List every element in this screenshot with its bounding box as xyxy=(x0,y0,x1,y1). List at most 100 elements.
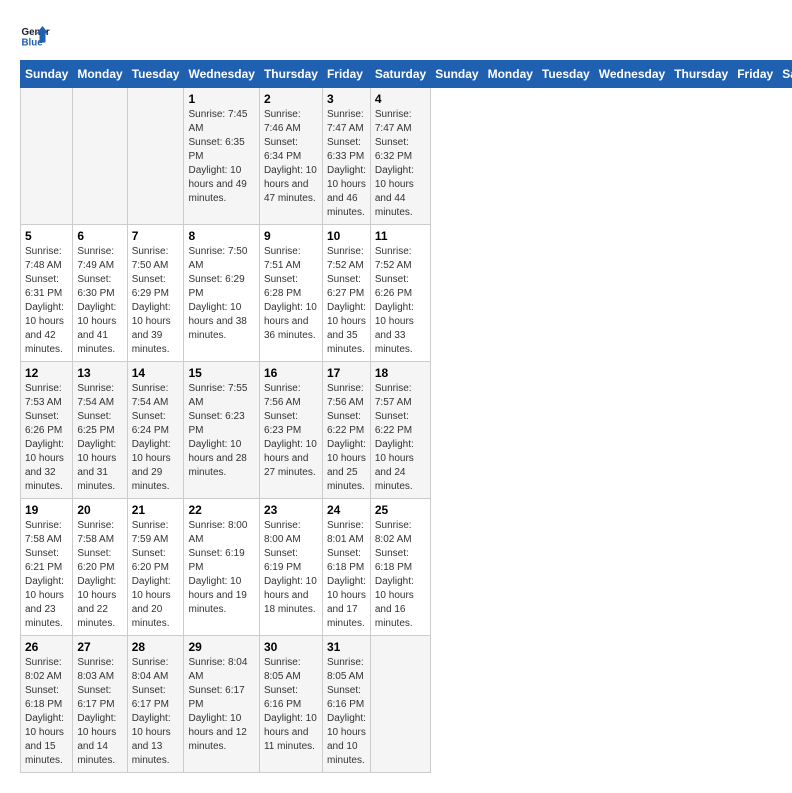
cell-content: Sunrise: 7:49 AM Sunset: 6:30 PM Dayligh… xyxy=(77,245,122,357)
calendar-week-4: 26 Sunrise: 8:02 AM Sunset: 6:18 PM Dayli… xyxy=(21,636,792,773)
day-number: 24 xyxy=(327,503,366,517)
calendar-cell: 21Sunrise: 7:59 AM Sunset: 6:20 PM Dayli… xyxy=(127,499,184,636)
logo: General Blue xyxy=(20,20,50,50)
day-number: 15 xyxy=(188,366,254,380)
calendar-cell: 29 Sunrise: 8:04 AM Sunset: 6:17 PM Dayli… xyxy=(184,636,259,773)
calendar-cell: 10 Sunrise: 7:52 AM Sunset: 6:27 PM Dayli… xyxy=(322,225,370,362)
calendar-week-2: 12 Sunrise: 7:53 AM Sunset: 6:26 PM Dayli… xyxy=(21,362,792,499)
calendar-cell: 5Sunrise: 7:48 AM Sunset: 6:31 PM Daylig… xyxy=(21,225,73,362)
col-header-friday: Friday xyxy=(733,61,778,88)
calendar-cell: 7Sunrise: 7:50 AM Sunset: 6:29 PM Daylig… xyxy=(127,225,184,362)
cell-content: Sunrise: 7:57 AM Sunset: 6:22 PM Dayligh… xyxy=(375,382,426,494)
day-number: 18 xyxy=(375,366,426,380)
cell-content: Sunrise: 7:58 AM Sunset: 6:21 PM Dayligh… xyxy=(25,519,68,631)
calendar-cell: 22 Sunrise: 8:00 AM Sunset: 6:19 PM Dayli… xyxy=(184,499,259,636)
cell-content: Sunrise: 7:59 AM Sunset: 6:20 PM Dayligh… xyxy=(132,519,180,631)
calendar-cell: 28Sunrise: 8:04 AM Sunset: 6:17 PM Dayli… xyxy=(127,636,184,773)
col-header-tuesday: Tuesday xyxy=(537,61,594,88)
cell-content: Sunrise: 8:04 AM Sunset: 6:17 PM Dayligh… xyxy=(188,656,254,754)
cell-content: Sunrise: 7:54 AM Sunset: 6:25 PM Dayligh… xyxy=(77,382,122,494)
day-number: 22 xyxy=(188,503,254,517)
header-wednesday: Wednesday xyxy=(184,61,259,88)
calendar-cell: 3 Sunrise: 7:47 AM Sunset: 6:33 PM Daylig… xyxy=(322,88,370,225)
day-number: 27 xyxy=(77,640,122,654)
cell-content: Sunrise: 7:52 AM Sunset: 6:26 PM Dayligh… xyxy=(375,245,426,357)
cell-content: Sunrise: 7:52 AM Sunset: 6:27 PM Dayligh… xyxy=(327,245,366,357)
calendar-cell: 26 Sunrise: 8:02 AM Sunset: 6:18 PM Dayli… xyxy=(21,636,73,773)
day-number: 16 xyxy=(264,366,318,380)
calendar-cell xyxy=(127,88,184,225)
day-number: 23 xyxy=(264,503,318,517)
cell-content: Sunrise: 7:50 AM Sunset: 6:29 PM Dayligh… xyxy=(132,245,180,357)
cell-content: Sunrise: 8:02 AM Sunset: 6:18 PM Dayligh… xyxy=(25,656,68,768)
header-tuesday: Tuesday xyxy=(127,61,184,88)
calendar-cell: 13 Sunrise: 7:54 AM Sunset: 6:25 PM Dayli… xyxy=(73,362,127,499)
cell-content: Sunrise: 7:50 AM Sunset: 6:29 PM Dayligh… xyxy=(188,245,254,343)
day-number: 8 xyxy=(188,229,254,243)
day-number: 20 xyxy=(77,503,122,517)
col-header-saturday: Saturday xyxy=(778,61,792,88)
col-header-wednesday: Wednesday xyxy=(594,61,669,88)
day-number: 19 xyxy=(25,503,68,517)
calendar-cell xyxy=(21,88,73,225)
cell-content: Sunrise: 7:51 AM Sunset: 6:28 PM Dayligh… xyxy=(264,245,318,343)
cell-content: Sunrise: 7:56 AM Sunset: 6:23 PM Dayligh… xyxy=(264,382,318,480)
day-number: 6 xyxy=(77,229,122,243)
day-number: 12 xyxy=(25,366,68,380)
day-number: 26 xyxy=(25,640,68,654)
calendar-cell: 18 Sunrise: 7:57 AM Sunset: 6:22 PM Dayli… xyxy=(370,362,430,499)
day-number: 9 xyxy=(264,229,318,243)
cell-content: Sunrise: 7:46 AM Sunset: 6:34 PM Dayligh… xyxy=(264,108,318,206)
cell-content: Sunrise: 7:56 AM Sunset: 6:22 PM Dayligh… xyxy=(327,382,366,494)
cell-content: Sunrise: 7:58 AM Sunset: 6:20 PM Dayligh… xyxy=(77,519,122,631)
calendar-cell: 9 Sunrise: 7:51 AM Sunset: 6:28 PM Daylig… xyxy=(259,225,322,362)
calendar-week-3: 19 Sunrise: 7:58 AM Sunset: 6:21 PM Dayli… xyxy=(21,499,792,636)
day-number: 30 xyxy=(264,640,318,654)
calendar-cell: 11 Sunrise: 7:52 AM Sunset: 6:26 PM Dayli… xyxy=(370,225,430,362)
calendar-cell: 8 Sunrise: 7:50 AM Sunset: 6:29 PM Daylig… xyxy=(184,225,259,362)
cell-content: Sunrise: 7:47 AM Sunset: 6:33 PM Dayligh… xyxy=(327,108,366,220)
cell-content: Sunrise: 8:05 AM Sunset: 6:16 PM Dayligh… xyxy=(327,656,366,768)
header-thursday: Thursday xyxy=(259,61,322,88)
calendar-cell: 1 Sunrise: 7:45 AM Sunset: 6:35 PM Daylig… xyxy=(184,88,259,225)
calendar-cell: 24 Sunrise: 8:01 AM Sunset: 6:18 PM Dayli… xyxy=(322,499,370,636)
calendar-cell: 16 Sunrise: 7:56 AM Sunset: 6:23 PM Dayli… xyxy=(259,362,322,499)
cell-content: Sunrise: 8:01 AM Sunset: 6:18 PM Dayligh… xyxy=(327,519,366,631)
day-number: 31 xyxy=(327,640,366,654)
cell-content: Sunrise: 8:03 AM Sunset: 6:17 PM Dayligh… xyxy=(77,656,122,768)
calendar-cell: 23Sunrise: 8:00 AM Sunset: 6:19 PM Dayli… xyxy=(259,499,322,636)
day-number: 29 xyxy=(188,640,254,654)
cell-content: Sunrise: 7:54 AM Sunset: 6:24 PM Dayligh… xyxy=(132,382,180,494)
calendar-cell: 2Sunrise: 7:46 AM Sunset: 6:34 PM Daylig… xyxy=(259,88,322,225)
cell-content: Sunrise: 8:05 AM Sunset: 6:16 PM Dayligh… xyxy=(264,656,318,754)
day-number: 25 xyxy=(375,503,426,517)
calendar-cell: 27 Sunrise: 8:03 AM Sunset: 6:17 PM Dayli… xyxy=(73,636,127,773)
cell-content: Sunrise: 7:47 AM Sunset: 6:32 PM Dayligh… xyxy=(375,108,426,220)
header-saturday: Saturday xyxy=(370,61,430,88)
day-number: 13 xyxy=(77,366,122,380)
page-header: General Blue xyxy=(20,20,772,50)
calendar-cell: 14Sunrise: 7:54 AM Sunset: 6:24 PM Dayli… xyxy=(127,362,184,499)
cell-content: Sunrise: 7:48 AM Sunset: 6:31 PM Dayligh… xyxy=(25,245,68,357)
day-number: 1 xyxy=(188,92,254,106)
header-monday: Monday xyxy=(73,61,127,88)
calendar-header-row: SundayMondayTuesdayWednesdayThursdayFrid… xyxy=(21,61,792,88)
header-sunday: Sunday xyxy=(21,61,73,88)
day-number: 3 xyxy=(327,92,366,106)
calendar-cell: 30 Sunrise: 8:05 AM Sunset: 6:16 PM Dayli… xyxy=(259,636,322,773)
day-number: 10 xyxy=(327,229,366,243)
cell-content: Sunrise: 7:55 AM Sunset: 6:23 PM Dayligh… xyxy=(188,382,254,480)
calendar-week-0: 1 Sunrise: 7:45 AM Sunset: 6:35 PM Daylig… xyxy=(21,88,792,225)
calendar-cell: 15 Sunrise: 7:55 AM Sunset: 6:23 PM Dayli… xyxy=(184,362,259,499)
calendar-cell xyxy=(73,88,127,225)
calendar-cell: 17 Sunrise: 7:56 AM Sunset: 6:22 PM Dayli… xyxy=(322,362,370,499)
day-number: 17 xyxy=(327,366,366,380)
calendar-cell: 6 Sunrise: 7:49 AM Sunset: 6:30 PM Daylig… xyxy=(73,225,127,362)
cell-content: Sunrise: 7:45 AM Sunset: 6:35 PM Dayligh… xyxy=(188,108,254,206)
cell-content: Sunrise: 8:00 AM Sunset: 6:19 PM Dayligh… xyxy=(188,519,254,617)
calendar-week-1: 5Sunrise: 7:48 AM Sunset: 6:31 PM Daylig… xyxy=(21,225,792,362)
col-header-sunday: Sunday xyxy=(431,61,483,88)
day-number: 11 xyxy=(375,229,426,243)
logo-icon: General Blue xyxy=(20,20,50,50)
cell-content: Sunrise: 7:53 AM Sunset: 6:26 PM Dayligh… xyxy=(25,382,68,494)
